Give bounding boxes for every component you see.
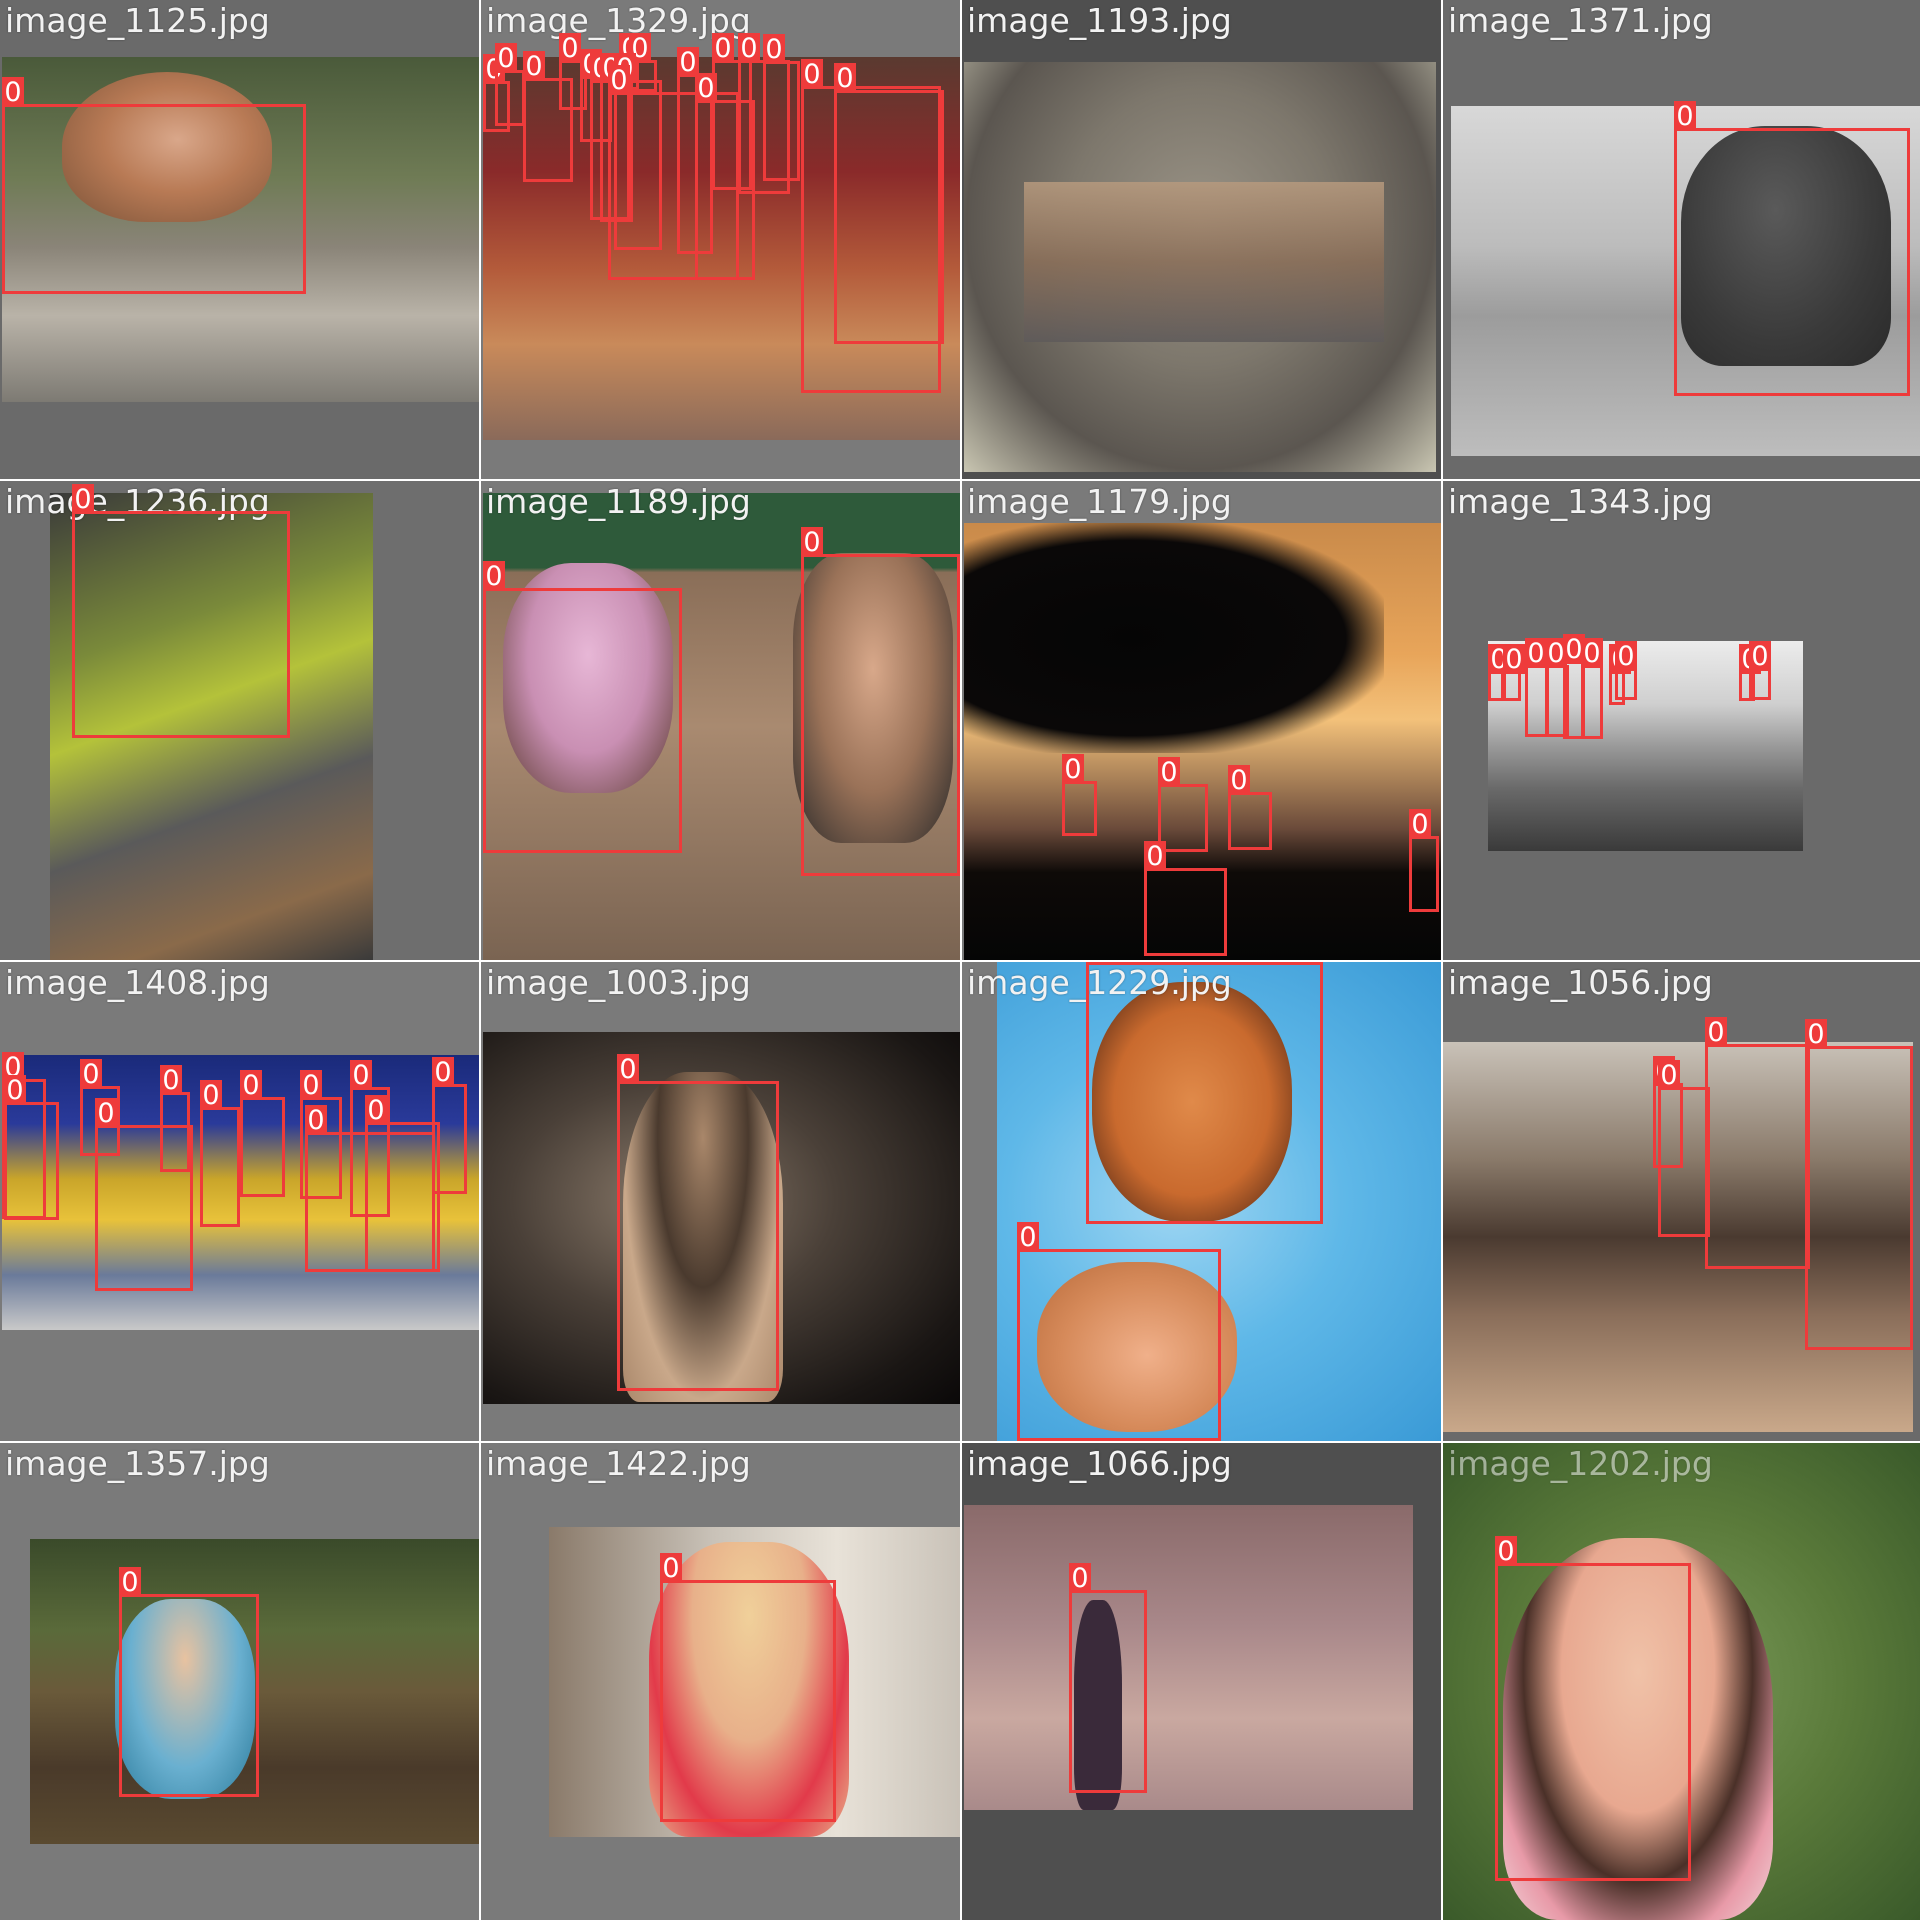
- grid-tile[interactable]: image_1329.jpg 0 0 0 0 0 0 0 0 0 0 0 0 0…: [481, 0, 960, 479]
- image-filename: image_1066.jpg: [967, 1444, 1232, 1483]
- photo-kids-on-dock: [483, 493, 960, 960]
- photo-cafe-legs: [1443, 1042, 1913, 1432]
- grid-tile[interactable]: image_1003.jpg 0: [481, 962, 960, 1441]
- woman-figure: [649, 1542, 849, 1837]
- image-filename: image_1202.jpg: [1448, 1444, 1713, 1483]
- grid-tile[interactable]: image_1236.jpg 0: [0, 481, 479, 960]
- image-filename: image_1229.jpg: [967, 963, 1232, 1002]
- image-filename: image_1193.jpg: [967, 1, 1232, 40]
- grid-tile[interactable]: image_1125.jpg 0: [0, 0, 479, 479]
- photo-runner-tying-shoe: [1451, 106, 1920, 456]
- image-filename: image_1179.jpg: [967, 482, 1232, 521]
- photo-kids-in-pool: [997, 962, 1441, 1441]
- photo-market-crowd: [483, 57, 960, 440]
- grid-tile[interactable]: image_1189.jpg 0 0: [481, 481, 960, 960]
- runner-figure: [1681, 126, 1891, 366]
- photo-beach-walkers: [1488, 641, 1803, 851]
- photo-sunset-silhouettes: [964, 523, 1441, 960]
- grid-tile[interactable]: image_1056.jpg 0 0 0 0: [1443, 962, 1920, 1441]
- photo-woman-with-disguise: [1443, 1443, 1920, 1920]
- image-filename: image_1125.jpg: [5, 1, 270, 40]
- photo-girl-portrait: [483, 1032, 960, 1404]
- photo-woman-with-dumbbells: [549, 1527, 960, 1837]
- image-filename: image_1357.jpg: [5, 1444, 270, 1483]
- image-filename: image_1056.jpg: [1448, 963, 1713, 1002]
- hut-silhouette: [964, 523, 1384, 753]
- grid-tile[interactable]: image_1193.jpg: [962, 0, 1441, 479]
- girl-figure: [503, 563, 673, 793]
- image-filename: image_1371.jpg: [1448, 1, 1713, 40]
- grid-tile[interactable]: image_1357.jpg 0: [0, 1443, 479, 1920]
- girl-figure: [623, 1072, 783, 1402]
- photo-welder: [50, 493, 373, 960]
- image-filename: image_1003.jpg: [486, 963, 751, 1002]
- person-silhouette: [62, 72, 272, 222]
- grid-tile[interactable]: image_1371.jpg 0: [1443, 0, 1920, 479]
- image-filename: image_1189.jpg: [486, 482, 751, 521]
- photo-folk-dancers: [2, 1055, 479, 1330]
- image-filename: image_1422.jpg: [486, 1444, 751, 1483]
- grid-tile[interactable]: image_1422.jpg 0: [481, 1443, 960, 1920]
- photo-girl-in-garden: [30, 1539, 479, 1844]
- woman-face: [1503, 1538, 1773, 1920]
- grid-tile[interactable]: image_1179.jpg 0 0 0 0 0: [962, 481, 1441, 960]
- image-filename: image_1329.jpg: [486, 1, 751, 40]
- image-filename: image_1343.jpg: [1448, 482, 1713, 521]
- image-filename: image_1408.jpg: [5, 963, 270, 1002]
- photo-woman-on-bench: [2, 57, 479, 402]
- grid-tile[interactable]: image_1408.jpg 0 0 0 0 0 0 0 0 0 0 0 0: [0, 962, 479, 1441]
- grid-tile[interactable]: image_1343.jpg 0 0 0 0 0 0 0 0 0 0: [1443, 481, 1920, 960]
- grid-tile[interactable]: image_1202.jpg 0: [1443, 1443, 1920, 1920]
- image-filename: image_1236.jpg: [5, 482, 270, 521]
- road-band: [1024, 182, 1384, 342]
- girl-figure: [115, 1599, 255, 1799]
- grid-tile[interactable]: image_1229.jpg 0 0: [962, 962, 1441, 1441]
- detection-grid: image_1125.jpg 0 image_1329.jpg 0 0 0 0 …: [0, 0, 1920, 1920]
- grid-tile[interactable]: image_1066.jpg 0: [962, 1443, 1441, 1920]
- baby-figure: [1037, 1262, 1237, 1432]
- woman-silhouette: [1074, 1600, 1122, 1810]
- child-figure: [1092, 982, 1292, 1222]
- boy-figure: [793, 553, 953, 843]
- photo-woman-silhouette-sky: [964, 1505, 1413, 1810]
- photo-double-exposure-face: [964, 62, 1436, 472]
